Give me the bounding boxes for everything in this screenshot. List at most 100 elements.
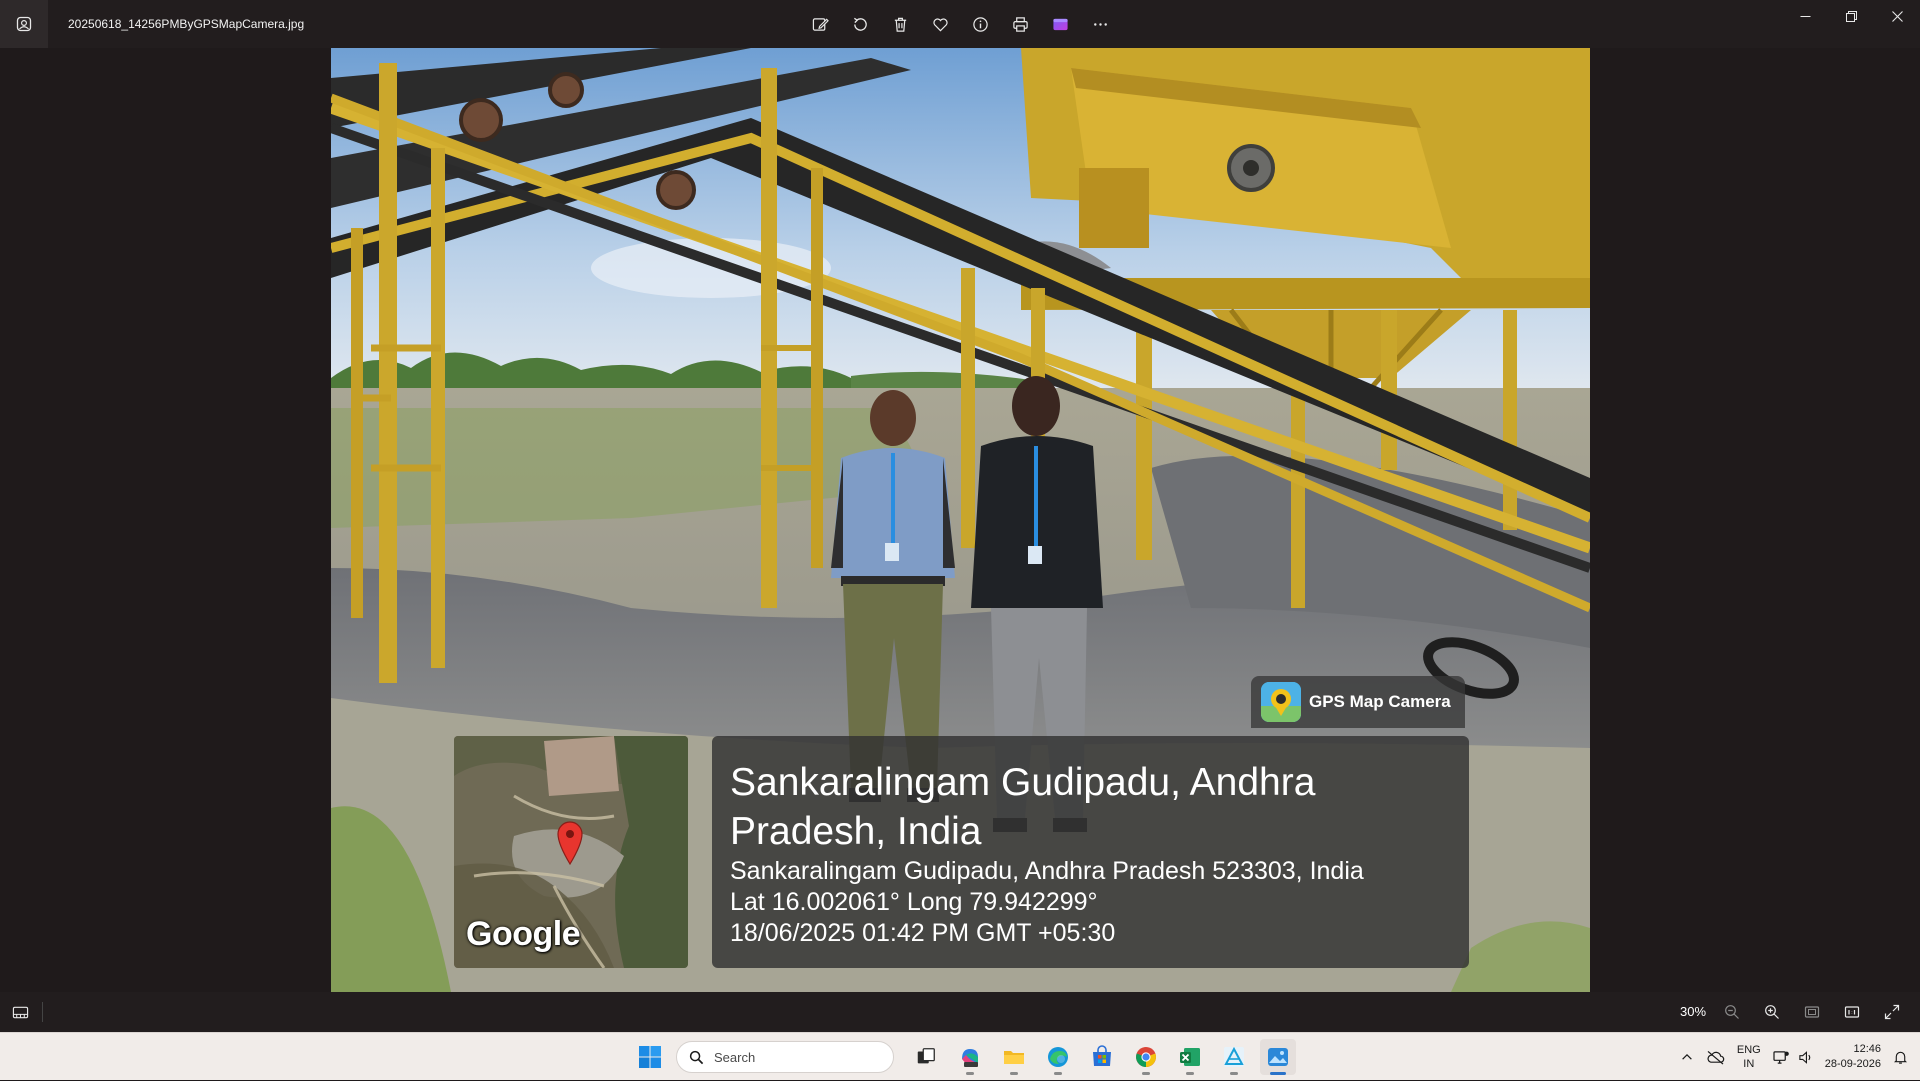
edit-image-icon (812, 17, 829, 31)
delete-button[interactable] (886, 10, 914, 38)
viewer-status-bar: 30% (0, 992, 1920, 1032)
search-placeholder: Search (714, 1049, 756, 1065)
chrome-app[interactable] (1128, 1039, 1164, 1075)
volume-icon (1799, 1050, 1810, 1064)
running-indicator (1186, 1072, 1194, 1075)
fullscreen-icon (1884, 1004, 1900, 1020)
filmstrip-icon (12, 1006, 28, 1018)
window-controls (1782, 0, 1920, 32)
task-view-button[interactable] (908, 1039, 944, 1075)
notification-bell-icon (1893, 1051, 1908, 1064)
running-indicator (1054, 1072, 1062, 1075)
search-icon (689, 1050, 704, 1064)
taskbar-search[interactable]: Search (676, 1041, 894, 1073)
rotate-icon (853, 17, 867, 31)
minimize-icon (1800, 15, 1810, 17)
clock-time: 12:46 (1853, 1043, 1881, 1055)
language-secondary: IN (1743, 1058, 1755, 1070)
trash-icon (894, 17, 906, 32)
heart-icon (932, 17, 948, 32)
excel-icon (1180, 1048, 1200, 1066)
network-volume-button[interactable] (1767, 1033, 1819, 1081)
network-icon (1773, 1050, 1789, 1064)
folder-icon (1004, 1051, 1024, 1064)
google-logo: Google (466, 915, 581, 953)
zoom-in-icon (1765, 1005, 1779, 1019)
restore-button[interactable] (1828, 0, 1874, 32)
gps-map-camera-badge: GPS Map Camera (1251, 676, 1465, 728)
close-icon (1891, 10, 1903, 22)
filmstrip-toggle-button[interactable] (8, 1000, 32, 1024)
autocad-icon (1224, 1046, 1244, 1067)
close-button[interactable] (1874, 0, 1920, 32)
location-address: Sankaralingam Gudipadu, Andhra Pradesh 5… (730, 857, 1364, 885)
chrome-icon (1136, 1047, 1156, 1067)
clipchamp-icon (1052, 18, 1068, 30)
file-explorer-app[interactable] (996, 1039, 1032, 1075)
chevron-up-icon (1682, 1053, 1692, 1060)
clock-date: 28-09-2026 (1824, 1058, 1881, 1070)
start-button[interactable] (632, 1039, 668, 1075)
language-primary: ENG (1736, 1044, 1761, 1056)
autocad-app[interactable] (1216, 1039, 1252, 1075)
notifications-button[interactable] (1887, 1033, 1920, 1081)
minimize-button[interactable] (1782, 0, 1828, 32)
photos-app-icon[interactable] (0, 0, 48, 48)
running-indicator (1230, 1072, 1238, 1075)
microsoft-365-app[interactable] (952, 1039, 988, 1075)
zoom-out-button[interactable] (1720, 1000, 1744, 1024)
title-bar: 20250618_14256PMByGPSMapCamera.jpg (0, 0, 1920, 48)
excel-app[interactable] (1172, 1039, 1208, 1075)
task-view-icon (917, 1048, 935, 1064)
windows-logo-icon (639, 1046, 661, 1068)
info-icon (972, 16, 988, 32)
location-timestamp: 18/06/2025 01:42 PM GMT +05:30 (730, 919, 1116, 947)
photo-toolbar (806, 10, 1114, 38)
location-coordinates: Lat 16.002061° Long 79.942299° (730, 888, 1098, 916)
status-divider (42, 1002, 43, 1022)
active-indicator (1270, 1072, 1286, 1075)
file-info-button[interactable] (966, 10, 994, 38)
printer-icon (1012, 16, 1028, 32)
fit-window-icon (1804, 1006, 1820, 1018)
zoom-tools (1720, 1000, 1904, 1024)
actual-size-icon (1844, 1006, 1860, 1018)
zoom-out-icon (1725, 1005, 1739, 1019)
show-hidden-icons-button[interactable] (1674, 1033, 1700, 1081)
more-options-button[interactable] (1086, 10, 1114, 38)
edge-icon (1048, 1047, 1068, 1067)
zoom-level[interactable]: 30% (1680, 992, 1706, 1032)
fit-to-window-button[interactable] (1800, 1000, 1824, 1024)
file-name: 20250618_14256PMByGPSMapCamera.jpg (68, 17, 305, 31)
fullscreen-button[interactable] (1880, 1000, 1904, 1024)
satellite-map-thumbnail: Google (454, 736, 688, 968)
running-indicator (966, 1072, 974, 1075)
actual-size-button[interactable] (1840, 1000, 1864, 1024)
gps-badge-label: GPS Map Camera (1309, 692, 1451, 711)
store-icon (1093, 1045, 1111, 1066)
edit-image-button[interactable] (806, 10, 834, 38)
system-tray: ENG IN 12:46 28-09-2026 (1674, 1033, 1920, 1081)
print-button[interactable] (1006, 10, 1034, 38)
photo-canvas[interactable]: GPS Map Camera Google Sankaralingam Gudi… (331, 48, 1590, 992)
running-indicator (1142, 1072, 1150, 1075)
running-indicator (1010, 1072, 1018, 1075)
microsoft-365-icon (962, 1049, 978, 1067)
photos-app[interactable] (1260, 1039, 1296, 1075)
onedrive-status-button[interactable] (1700, 1033, 1731, 1081)
rotate-button[interactable] (846, 10, 874, 38)
edge-app[interactable] (1040, 1039, 1076, 1075)
clock-button[interactable]: 12:46 28-09-2026 (1819, 1033, 1887, 1081)
location-info-box: Sankaralingam Gudipadu, Andhra Pradesh, … (712, 736, 1469, 968)
favorite-button[interactable] (926, 10, 954, 38)
photos-icon (1268, 1048, 1288, 1066)
clipchamp-button[interactable] (1046, 10, 1074, 38)
zoom-in-button[interactable] (1760, 1000, 1784, 1024)
windows-taskbar: Search ENG IN 12:46 28-09-2026 (0, 1032, 1920, 1080)
location-title: Sankaralingam Gudipadu, Andhra Pradesh, … (730, 761, 1316, 853)
input-language-button[interactable]: ENG IN (1731, 1033, 1767, 1081)
microsoft-store-app[interactable] (1084, 1039, 1120, 1075)
cloud-off-icon (1707, 1050, 1725, 1065)
taskbar-center: Search (632, 1039, 1296, 1075)
more-icon (1093, 22, 1107, 26)
